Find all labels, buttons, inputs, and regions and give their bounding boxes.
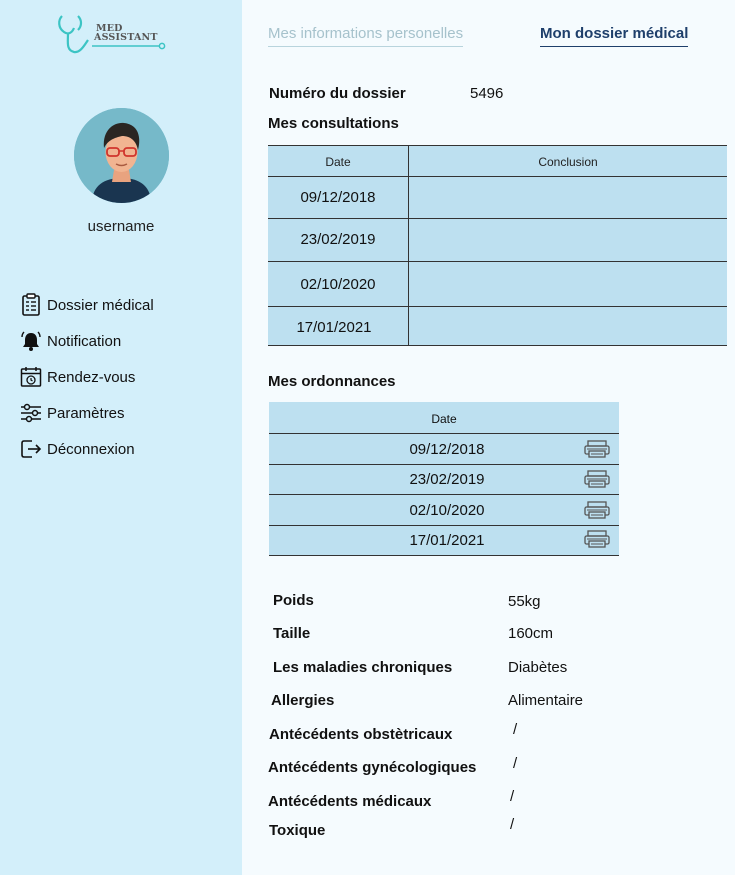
info-label-antecedents-gynecologiques: Antécédents gynécologiques <box>268 759 477 776</box>
username-label: username <box>87 218 155 235</box>
info-label-allergies: Allergies <box>271 692 335 709</box>
table-row[interactable]: 23/02/2019 <box>269 464 619 494</box>
sidebar-item-dossier-medical[interactable]: Dossier médical <box>20 287 154 323</box>
calendar-clock-icon <box>20 365 42 389</box>
app-logo[interactable]: MED ASSISTANT <box>56 12 168 56</box>
info-value-poids: 55kg <box>508 593 541 610</box>
printer-icon[interactable] <box>584 470 610 488</box>
prescription-date: 09/12/2018 <box>409 441 485 458</box>
user-avatar-icon <box>74 108 169 203</box>
tab-medical-record[interactable]: Mon dossier médical <box>540 25 689 47</box>
consultation-date: 17/01/2021 <box>296 319 372 336</box>
info-label-poids: Poids <box>273 592 314 609</box>
consultations-title: Mes consultations <box>268 115 399 132</box>
info-value-antecedents-obstetricaux: / <box>513 721 518 738</box>
consultation-date: 09/12/2018 <box>300 189 376 206</box>
logo-line-2: ASSISTANT <box>94 32 158 43</box>
info-label-maladies-chroniques: Les maladies chroniques <box>273 659 453 676</box>
avatar[interactable] <box>74 108 169 203</box>
info-value-antecedents-gynecologiques: / <box>513 755 518 772</box>
info-label-antecedents-obstetricaux: Antécédents obstètricaux <box>269 726 453 743</box>
dossier-number-value: 5496 <box>470 85 504 102</box>
printer-icon[interactable] <box>584 530 610 548</box>
sidebar-item-label: Paramètres <box>47 404 125 422</box>
sidebar-item-notification[interactable]: Notification <box>20 323 154 359</box>
ordonnances-table: Date 09/12/2018 23/02/2019 02/10/2020 17… <box>269 402 619 556</box>
prescription-date: 17/01/2021 <box>409 532 485 549</box>
tab-personal-info[interactable]: Mes informations personelles <box>268 25 464 47</box>
column-header-date: Date <box>325 155 351 169</box>
table-row[interactable]: 09/12/2018 <box>268 176 727 218</box>
sidebar-item-label: Déconnexion <box>47 440 135 458</box>
info-value-taille: 160cm <box>508 625 554 642</box>
clipboard-icon <box>20 293 42 317</box>
info-value-antecedents-medicaux: / <box>510 788 515 805</box>
sidebar-item-label: Notification <box>47 332 122 350</box>
sidebar-menu: Dossier médical Notification Rendez-vous… <box>20 287 154 467</box>
printer-icon[interactable] <box>584 440 610 458</box>
info-value-maladies-chroniques: Diabètes <box>508 659 568 676</box>
info-label-antecedents-medicaux: Antécédents médicaux <box>268 793 432 810</box>
consultation-date: 23/02/2019 <box>300 231 376 248</box>
table-row[interactable]: 17/01/2021 <box>269 525 619 555</box>
table-row[interactable]: 02/10/2020 <box>268 261 727 306</box>
column-header-conclusion: Conclusion <box>538 155 598 169</box>
info-value-toxique: / <box>510 816 515 833</box>
sidebar-item-label: Dossier médical <box>47 296 154 314</box>
sidebar: MED ASSISTANT username Dossier médical N… <box>0 0 242 875</box>
ordonnances-title: Mes ordonnances <box>268 373 396 390</box>
info-label-toxique: Toxique <box>269 822 326 839</box>
sliders-icon <box>20 401 42 425</box>
sidebar-item-parametres[interactable]: Paramètres <box>20 395 154 431</box>
logo-text: MED ASSISTANT <box>94 24 158 43</box>
table-row[interactable]: 23/02/2019 <box>268 218 727 261</box>
dossier-number-label: Numéro du dossier <box>269 85 406 102</box>
info-value-allergies: Alimentaire <box>508 692 584 709</box>
prescription-date: 23/02/2019 <box>409 471 485 488</box>
consultation-date: 02/10/2020 <box>300 276 376 293</box>
sidebar-item-deconnexion[interactable]: Déconnexion <box>20 431 154 467</box>
consultations-table: Date Conclusion 09/12/2018 23/02/2019 02… <box>268 145 727 346</box>
info-label-taille: Taille <box>273 625 311 642</box>
bell-icon <box>20 329 42 353</box>
logout-icon <box>20 437 42 461</box>
sidebar-item-rendez-vous[interactable]: Rendez-vous <box>20 359 154 395</box>
sidebar-item-label: Rendez-vous <box>47 368 136 386</box>
printer-icon[interactable] <box>584 501 610 519</box>
table-row[interactable]: 17/01/2021 <box>268 306 727 346</box>
prescription-date: 02/10/2020 <box>409 502 485 519</box>
table-row[interactable]: 02/10/2020 <box>269 494 619 525</box>
column-header-date: Date <box>431 412 457 426</box>
table-row[interactable]: 09/12/2018 <box>269 433 619 464</box>
